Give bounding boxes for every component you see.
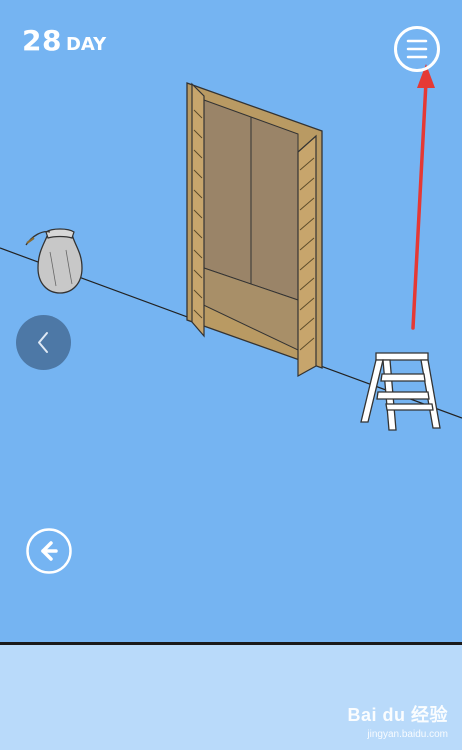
watermark-brand: Bai du 经验 [347, 705, 448, 725]
watermark: Bai du 经验 jingyan.baidu.com [347, 701, 448, 740]
footer-area: Bai du 经验 jingyan.baidu.com [0, 645, 462, 750]
day-label: DAY [65, 34, 107, 55]
cabinet[interactable] [186, 82, 323, 378]
back-arrow-icon [26, 528, 72, 574]
chevron-left-icon [38, 332, 48, 353]
day-number: 28 [22, 24, 62, 57]
step-ladder[interactable] [360, 352, 441, 431]
day-counter: 28 DAY [22, 24, 106, 57]
back-button[interactable] [25, 527, 73, 575]
game-screen: 28 DAY Bai du 经验 jingyan.baidu.com [0, 0, 462, 750]
watermark-site: jingyan.baidu.com [367, 729, 448, 740]
annotation-arrow [411, 64, 435, 330]
menu-button[interactable] [393, 25, 441, 73]
nav-left-button[interactable] [16, 315, 71, 370]
hamburger-menu-icon [394, 26, 440, 72]
